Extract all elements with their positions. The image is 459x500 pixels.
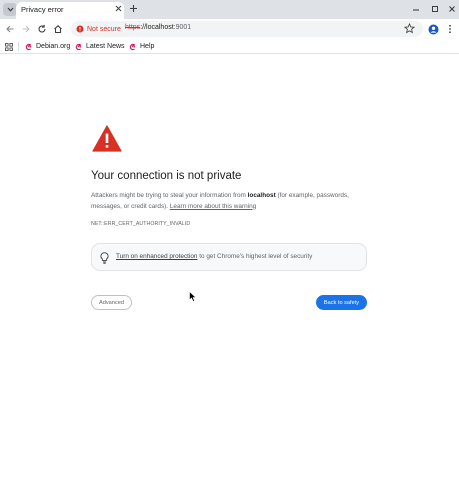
forward-button[interactable] [20,23,32,35]
learn-more-link[interactable]: Learn more about this warning [170,203,256,210]
enhanced-protection-rest: to get Chrome's highest level of securit… [197,253,313,260]
new-tab-button[interactable] [128,3,139,14]
url-host: localhost [146,24,174,31]
enhanced-protection-link[interactable]: Turn on enhanced protection [116,253,197,260]
enhanced-protection-text: Turn on enhanced protection to get Chrom… [116,253,312,260]
debian-swirl-icon [75,43,82,50]
not-secure-label: Not secure [87,25,121,33]
close-icon [448,5,455,12]
apps-button[interactable] [5,41,13,52]
mouse-pointer-icon [189,291,197,302]
tab-title: Privacy error [21,5,64,14]
minimize-button[interactable] [410,3,421,14]
description-text: Attackers might be trying to steal your … [91,192,248,199]
arrow-right-icon [22,25,30,33]
plus-icon [130,5,137,12]
bookmark-star-icon[interactable] [404,23,415,34]
error-code[interactable]: NET::ERR_CERT_AUTHORITY_INVALID [91,221,190,227]
warning-circle-icon [76,25,84,33]
bookmark-help[interactable]: Help [129,41,154,52]
security-chip[interactable]: Not secure [73,22,121,36]
debian-swirl-icon [25,43,32,50]
bookmark-label: Debian.org [36,43,71,50]
arrow-left-icon [6,25,14,33]
reload-button[interactable] [36,23,48,35]
menu-button[interactable] [444,23,456,35]
url-text[interactable]: https://localhost:9001 [125,24,191,31]
window-close-button[interactable] [446,3,457,14]
warning-triangle-icon [92,125,122,152]
bookmark-debian[interactable]: Debian.org [25,41,70,52]
bookmark-label: Latest News [86,43,125,50]
warning-description: Attackers might be trying to steal your … [91,191,371,212]
back-button[interactable] [4,23,16,35]
bookmarks-divider [18,42,19,51]
tab-strip: Privacy error [0,0,459,19]
bookmark-latest-news[interactable]: Latest News [75,41,125,52]
more-vertical-icon [449,24,451,34]
home-icon [54,25,62,34]
home-button[interactable] [52,23,64,35]
chevron-down-icon [7,7,13,12]
page-title: Your connection is not private [91,170,242,182]
back-to-safety-button[interactable]: Back to safety [316,295,367,310]
profile-button[interactable] [427,23,439,35]
lightbulb-icon [100,252,109,264]
reload-icon [38,24,46,33]
url-port: :9001 [173,24,192,31]
debian-swirl-icon [129,43,136,50]
maximize-button[interactable] [429,3,440,14]
enhanced-protection-banner: Turn on enhanced protection to get Chrom… [91,243,367,271]
interstitial-page: Your connection is not private Attackers… [0,55,459,500]
bookmark-label: Help [140,43,155,50]
tab-privacy-error[interactable]: Privacy error [16,2,124,19]
description-host: localhost [247,192,276,199]
minimize-icon [412,8,419,11]
maximize-icon [431,5,438,12]
advanced-button[interactable]: Advanced [91,295,132,310]
tab-close-button[interactable] [114,4,123,13]
tab-search-button[interactable] [3,3,17,16]
close-icon [115,5,122,12]
url-scheme: https [125,24,141,31]
bookmarks-bar: Debian.org Latest News Help [0,39,459,54]
toolbar: Not secure https://localhost:9001 [0,19,459,39]
address-bar[interactable]: Not secure https://localhost:9001 [71,21,423,37]
profile-avatar-icon [428,24,438,34]
apps-grid-icon [5,42,13,51]
